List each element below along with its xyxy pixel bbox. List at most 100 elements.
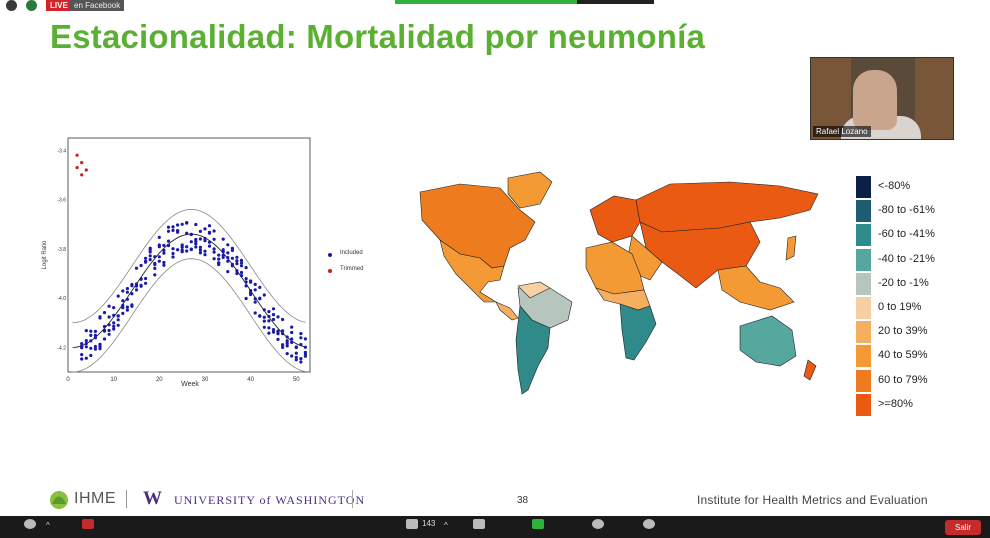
data-point-included	[102, 311, 107, 315]
data-point-included	[285, 335, 289, 339]
region-southern-africa	[619, 303, 657, 361]
data-point-included	[89, 353, 93, 358]
data-point-included	[130, 284, 134, 288]
data-point-included	[171, 251, 175, 256]
data-point-included	[299, 332, 303, 336]
data-point-included	[262, 325, 266, 329]
reactions-icon[interactable]	[643, 519, 655, 529]
data-point-included	[226, 243, 230, 247]
data-point-included	[102, 324, 107, 329]
data-point-included	[130, 304, 134, 308]
participant-video[interactable]: Rafael Lozano	[810, 57, 954, 140]
legend-item: -80 to -61%	[856, 200, 976, 223]
chevron-up-icon[interactable]: ^	[46, 521, 50, 535]
data-point-included	[207, 224, 212, 228]
data-point-included	[267, 314, 271, 319]
legend-label: -80 to -61%	[878, 204, 935, 217]
data-point-included	[198, 248, 202, 252]
legend-dot-trimmed	[328, 269, 332, 273]
x-tick-label: 30	[202, 377, 209, 383]
data-point-included	[230, 256, 234, 260]
data-point-included	[235, 271, 239, 276]
legend-item: 0 to 19%	[856, 297, 976, 319]
data-point-included	[125, 290, 129, 294]
data-point-included	[139, 263, 143, 268]
data-point-included	[212, 247, 216, 251]
data-point-included	[235, 262, 239, 266]
data-point-included	[239, 258, 244, 262]
legend-label: 40 to 59%	[878, 349, 928, 362]
legend-item: -20 to -1%	[856, 272, 976, 295]
data-point-included	[166, 225, 171, 229]
data-point-included	[267, 319, 271, 323]
legend-label-included: Included	[340, 250, 363, 256]
data-point-included	[226, 270, 230, 274]
data-point-included	[107, 328, 111, 333]
legend-label: 0 to 19%	[878, 301, 922, 313]
data-point-included	[185, 249, 189, 253]
data-point-included	[84, 356, 88, 360]
data-point-included	[171, 228, 175, 232]
data-point-included	[276, 337, 280, 341]
data-point-included	[121, 289, 125, 293]
data-point-included	[226, 259, 230, 263]
data-point-included	[84, 329, 88, 333]
data-point-included	[244, 280, 248, 284]
legend-swatch	[856, 393, 871, 416]
data-point-included	[176, 230, 180, 234]
video-off-icon[interactable]	[82, 519, 94, 529]
data-point-included	[80, 342, 84, 346]
data-point-included	[112, 306, 116, 310]
meeting-toolbar: ^ 143 ^	[0, 516, 990, 538]
data-point-included	[153, 255, 157, 259]
data-point-included	[290, 325, 294, 329]
y-axis-ticks: -3.4 -3.6 -3.8 -4.0 -4.2	[57, 148, 66, 351]
data-point-included	[153, 273, 157, 277]
record-icon[interactable]	[6, 0, 17, 11]
data-point-included	[281, 317, 285, 322]
screen-share-indicator[interactable]	[395, 0, 577, 4]
data-point-included	[89, 339, 93, 343]
data-point-included	[221, 250, 225, 254]
legend-label-trimmed: Trimmed	[340, 266, 364, 272]
data-point-included	[253, 288, 257, 292]
participants-icon[interactable]	[406, 519, 418, 529]
data-point-included	[194, 222, 198, 227]
chevron-up-icon[interactable]: ^	[444, 521, 448, 535]
data-point-included	[221, 255, 225, 259]
data-point-included	[207, 244, 212, 248]
x-tick-label: 50	[293, 377, 300, 383]
top-status-bar: LIVE en Facebook	[0, 0, 990, 12]
slide-title: Estacionalidad: Mortalidad por neumonía	[50, 18, 706, 55]
data-point-included	[299, 357, 303, 361]
exit-button[interactable]: Salir	[945, 520, 981, 535]
data-point-included	[212, 257, 216, 261]
data-point-included	[217, 257, 221, 261]
slide-footer: IHME W UNIVERSITY of WASHINGTON 38 Insti…	[0, 484, 990, 514]
data-point-included	[271, 307, 276, 311]
data-point-included	[125, 287, 129, 291]
screen-share-options[interactable]	[577, 0, 654, 4]
chat-icon[interactable]	[473, 519, 485, 529]
data-point-included	[98, 344, 102, 348]
data-point-included	[239, 274, 244, 278]
record-icon[interactable]	[592, 519, 604, 529]
data-point-included	[139, 277, 143, 281]
data-point-included	[267, 310, 271, 314]
participant-face	[853, 70, 897, 130]
data-point-included	[203, 249, 207, 253]
data-point-included	[290, 330, 294, 335]
data-point-included	[112, 321, 116, 325]
legend-item: 60 to 79%	[856, 369, 976, 392]
data-point-included	[84, 341, 88, 346]
legend-swatch	[856, 224, 871, 247]
share-screen-icon[interactable]	[532, 519, 544, 529]
data-point-included	[249, 279, 253, 283]
headphones-icon[interactable]	[24, 519, 36, 529]
data-point-included	[112, 327, 116, 331]
data-point-included	[93, 336, 97, 340]
shield-icon[interactable]	[26, 0, 37, 11]
y-tick-label: -4.0	[57, 296, 66, 302]
data-point-included	[239, 264, 244, 268]
data-point-included	[171, 247, 175, 251]
